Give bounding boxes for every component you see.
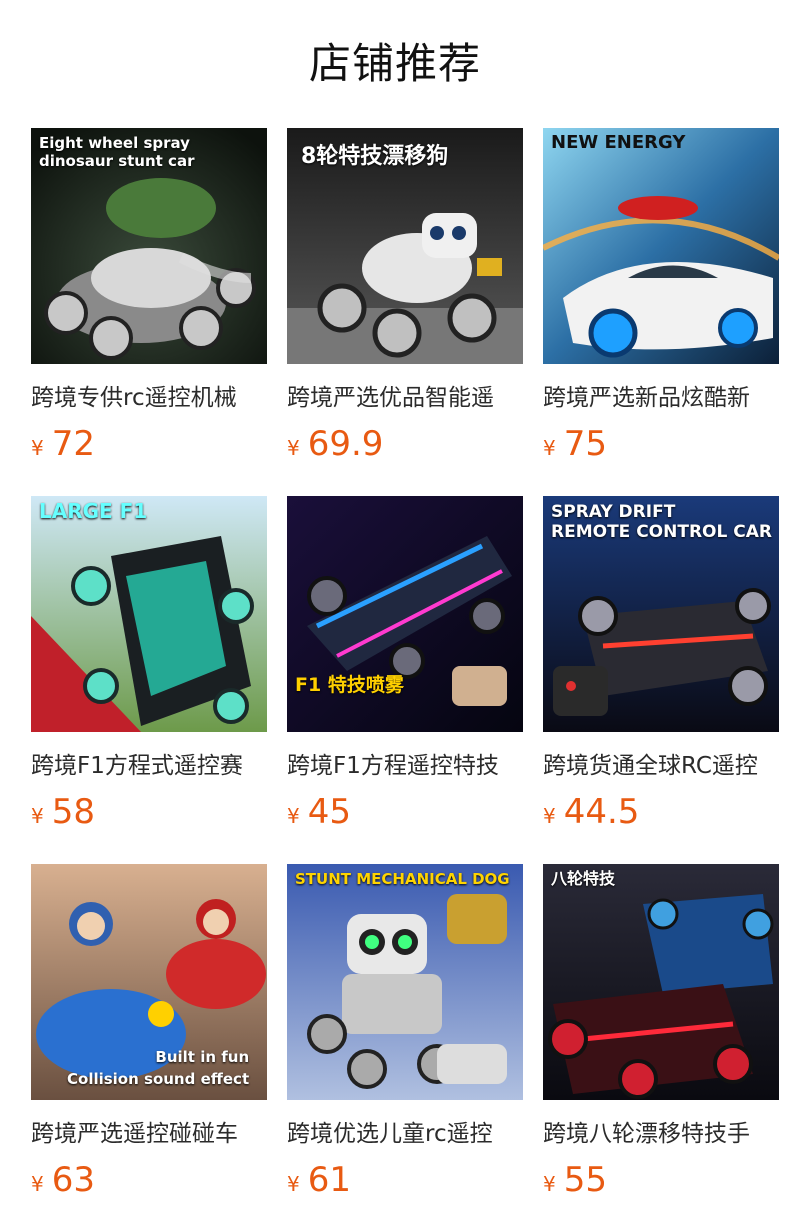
currency-symbol: ¥	[31, 436, 44, 460]
image-caption: SPRAY DRIFT REMOTE CONTROL CAR	[551, 502, 772, 542]
product-image[interactable]: NEW ENERGY	[543, 128, 779, 364]
product-price: ¥55	[543, 1158, 779, 1202]
product-price: ¥45	[287, 790, 523, 834]
currency-symbol: ¥	[31, 1172, 44, 1196]
page-header: 店铺推荐	[0, 0, 790, 128]
page-title: 店铺推荐	[308, 39, 481, 88]
product-price: ¥75	[543, 422, 779, 466]
product-price: ¥63	[31, 1158, 267, 1202]
currency-symbol: ¥	[543, 1172, 556, 1196]
currency-symbol: ¥	[287, 1172, 300, 1196]
currency-symbol: ¥	[543, 804, 556, 828]
price-value: 63	[51, 1160, 95, 1200]
product-price: ¥58	[31, 790, 267, 834]
image-caption: STUNT MECHANICAL DOG	[295, 870, 510, 888]
product-price: ¥44.5	[543, 790, 779, 834]
product-card[interactable]: NEW ENERGY 跨境严选新品炫酷新 ¥75	[543, 128, 779, 496]
price-value: 55	[563, 1160, 607, 1200]
product-title[interactable]: 跨境严选优品智能遥	[287, 380, 523, 416]
price-value: 58	[51, 792, 95, 832]
product-image[interactable]: Built in fun Collision sound effect	[31, 864, 267, 1100]
product-card[interactable]: Eight wheel spray dinosaur stunt car 跨境专…	[31, 128, 267, 496]
product-card[interactable]: 八轮特技 跨境八轮漂移特技手 ¥55	[543, 864, 779, 1232]
currency-symbol: ¥	[287, 436, 300, 460]
product-image[interactable]: F1 特技喷雾	[287, 496, 523, 732]
product-image[interactable]: Eight wheel spray dinosaur stunt car	[31, 128, 267, 364]
product-card[interactable]: SPRAY DRIFT REMOTE CONTROL CAR 跨境货通全球RC遥…	[543, 496, 779, 864]
product-price: ¥61	[287, 1158, 523, 1202]
product-title[interactable]: 跨境F1方程遥控特技	[287, 748, 523, 784]
product-price: ¥69.9	[287, 422, 523, 466]
product-card[interactable]: LARGE F1 跨境F1方程式遥控赛 ¥58	[31, 496, 267, 864]
product-title[interactable]: 跨境优选儿童rc遥控	[287, 1116, 523, 1152]
product-title[interactable]: 跨境货通全球RC遥控	[543, 748, 779, 784]
image-caption: 8轮特技漂移狗	[301, 144, 449, 169]
product-title[interactable]: 跨境F1方程式遥控赛	[31, 748, 267, 784]
image-caption: Eight wheel spray dinosaur stunt car	[39, 134, 195, 170]
price-value: 75	[563, 424, 607, 464]
product-price: ¥72	[31, 422, 267, 466]
image-caption: F1 特技喷雾	[295, 674, 404, 696]
product-card[interactable]: 8轮特技漂移狗 跨境严选优品智能遥 ¥69.9	[287, 128, 523, 496]
product-card[interactable]: F1 特技喷雾 跨境F1方程遥控特技 ¥45	[287, 496, 523, 864]
price-value: 45	[307, 792, 351, 832]
product-image[interactable]: STUNT MECHANICAL DOG	[287, 864, 523, 1100]
image-caption: Built in fun Collision sound effect	[67, 1048, 250, 1088]
currency-symbol: ¥	[287, 804, 300, 828]
product-image[interactable]: 八轮特技	[543, 864, 779, 1100]
product-title[interactable]: 跨境严选遥控碰碰车	[31, 1116, 267, 1152]
image-caption: LARGE F1	[39, 499, 148, 523]
product-card[interactable]: Built in fun Collision sound effect 跨境严选…	[31, 864, 267, 1232]
image-caption: 八轮特技	[551, 869, 616, 888]
price-value: 61	[307, 1160, 351, 1200]
image-caption: NEW ENERGY	[551, 132, 686, 153]
product-grid: Eight wheel spray dinosaur stunt car 跨境专…	[31, 128, 779, 1232]
currency-symbol: ¥	[31, 804, 44, 828]
product-card[interactable]: STUNT MECHANICAL DOG 跨境优选儿童rc遥控 ¥61	[287, 864, 523, 1232]
product-title[interactable]: 跨境八轮漂移特技手	[543, 1116, 779, 1152]
product-title[interactable]: 跨境专供rc遥控机械	[31, 380, 267, 416]
product-image[interactable]: LARGE F1	[31, 496, 267, 732]
currency-symbol: ¥	[543, 436, 556, 460]
price-value: 44.5	[563, 792, 640, 832]
product-image[interactable]: 8轮特技漂移狗	[287, 128, 523, 364]
product-title[interactable]: 跨境严选新品炫酷新	[543, 380, 779, 416]
price-value: 72	[51, 424, 95, 464]
product-image[interactable]: SPRAY DRIFT REMOTE CONTROL CAR	[543, 496, 779, 732]
price-value: 69.9	[307, 424, 384, 464]
